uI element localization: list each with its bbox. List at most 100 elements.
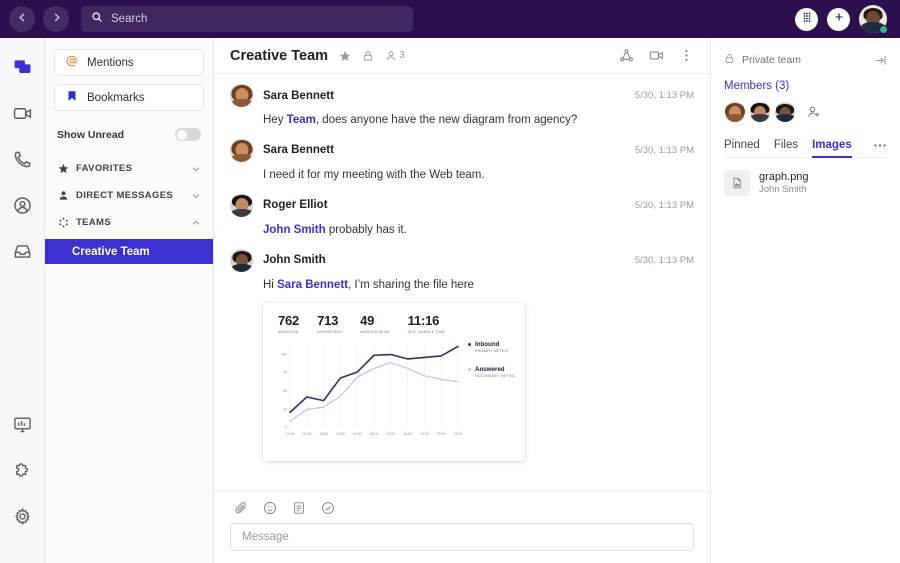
- message-item: John Smith 5/30, 1:13 PM Hi Sara Bennett…: [230, 249, 694, 461]
- message-header: John Smith 5/30, 1:13 PM: [230, 249, 694, 272]
- tab-files[interactable]: Files: [774, 139, 798, 157]
- sara-bennett-avatar[interactable]: [724, 101, 746, 123]
- more-vertical-icon[interactable]: [679, 48, 694, 63]
- avatar[interactable]: [859, 5, 887, 33]
- sidebar-section-teams[interactable]: TEAMS: [54, 209, 204, 236]
- rail-item-calls[interactable]: [6, 146, 38, 178]
- line-chart-svg: 025507510011:0012:0013:0014:0015:0016:00…: [272, 339, 462, 443]
- x-tick-label: 20:00: [437, 432, 446, 436]
- puzzle-icon: [13, 461, 32, 485]
- rail-item-analytics[interactable]: [6, 411, 38, 443]
- rail-item-settings[interactable]: [6, 503, 38, 535]
- tab-images[interactable]: Images: [812, 139, 852, 157]
- task-icon[interactable]: [321, 501, 335, 515]
- chart-legend: Inbound PRIMARY METRIC Answered: [468, 339, 516, 443]
- list-item[interactable]: graph.png John Smith: [724, 170, 887, 196]
- message-text-part: Hey: [263, 114, 287, 126]
- collapse-panel-icon[interactable]: [874, 54, 887, 67]
- mention-link[interactable]: John Smith: [263, 224, 326, 236]
- details-panel: Private team Members (3): [710, 38, 900, 563]
- attachment-icon[interactable]: [234, 501, 248, 515]
- message-author: Sara Bennett: [263, 144, 334, 156]
- video-call-icon[interactable]: [649, 48, 664, 63]
- message-body: Hey Team, does anyone have the new diagr…: [263, 113, 694, 128]
- mention-link[interactable]: Sara Bennett: [277, 279, 348, 291]
- app-window: Search: [0, 0, 900, 563]
- members-title[interactable]: Members (3): [724, 80, 887, 92]
- member-avatars: [724, 101, 887, 123]
- composer-toolbar: [230, 501, 694, 515]
- share-icon[interactable]: [619, 48, 634, 63]
- rail-item-inbox[interactable]: [6, 238, 38, 270]
- page-title: Creative Team: [230, 48, 328, 64]
- message-composer: Message: [214, 491, 710, 563]
- message-timestamp: 5/30, 1:13 PM: [635, 200, 694, 211]
- search-input[interactable]: Search: [81, 6, 413, 32]
- legend-entry-inbound: Inbound PRIMARY METRIC: [468, 341, 516, 354]
- inbox-icon: [13, 242, 32, 266]
- message-input[interactable]: Message: [230, 523, 694, 551]
- sidebar-section-favorites[interactable]: FAVORITES: [54, 155, 204, 182]
- chart-attachment-card[interactable]: 762 #INBOUND 713 #ANSWERED 49 #MISSED/W/…: [263, 303, 525, 461]
- emoji-icon[interactable]: [263, 501, 277, 515]
- rail-item-apps[interactable]: [6, 457, 38, 489]
- mention-link[interactable]: Team: [287, 114, 316, 126]
- sidebar-item-creative-team[interactable]: Creative Team: [45, 239, 213, 264]
- y-tick-label: 75: [283, 370, 287, 374]
- y-tick-label: 50: [283, 389, 287, 393]
- lock-icon: [724, 51, 735, 69]
- presence-indicator: [879, 25, 888, 34]
- roger-elliot-avatar: [230, 194, 253, 217]
- chart-plot-wrapper: 025507510011:0012:0013:0014:0015:0016:00…: [272, 339, 516, 443]
- roger-elliot-avatar[interactable]: [749, 101, 771, 123]
- message-item: Roger Elliot 5/30, 1:13 PM John Smith pr…: [230, 194, 694, 238]
- person-icon: [57, 190, 69, 202]
- chevron-right-icon: [51, 10, 62, 28]
- channel-header: Creative Team 3: [214, 38, 710, 74]
- message-text-part: Hi: [263, 279, 277, 291]
- favorite-star-icon[interactable]: [339, 50, 351, 62]
- x-tick-label: 11:00: [286, 432, 295, 436]
- private-team-row: Private team: [724, 51, 887, 69]
- sidebar-section-label: DIRECT MESSAGES: [76, 190, 173, 201]
- dialpad-button[interactable]: [795, 8, 818, 31]
- stat-caption: #ANSWERED: [317, 330, 342, 334]
- conversation-panel: Creative Team 3: [214, 38, 710, 563]
- message-timestamp: 5/30, 1:13 PM: [635, 90, 694, 101]
- rail-item-meetings[interactable]: [6, 100, 38, 132]
- y-tick-label: 25: [283, 407, 287, 411]
- stat-answered: 713 #ANSWERED: [317, 313, 342, 334]
- message-author: Roger Elliot: [263, 199, 328, 211]
- sidebar-item-bookmarks[interactable]: Bookmarks: [54, 84, 204, 111]
- chevron-down-icon: [191, 191, 201, 201]
- rail-item-contacts[interactable]: [6, 192, 38, 224]
- sidebar-item-mentions[interactable]: Mentions: [54, 49, 204, 76]
- message-header: Sara Bennett 5/30, 1:13 PM: [230, 139, 694, 162]
- john-smith-avatar[interactable]: [774, 101, 796, 123]
- x-tick-label: 17:00: [386, 432, 395, 436]
- legend-sublabel: PRIMARY METRIC: [475, 348, 516, 354]
- details-tabs: Pinned Files Images: [724, 139, 887, 158]
- file-name: graph.png: [759, 171, 809, 183]
- x-tick-label: 14:00: [336, 432, 345, 436]
- add-person-icon[interactable]: [807, 105, 821, 119]
- channel-actions: [619, 48, 694, 63]
- sidebar-section-direct-messages[interactable]: DIRECT MESSAGES: [54, 182, 204, 209]
- back-button[interactable]: [9, 6, 35, 32]
- chevron-down-icon: [191, 164, 201, 174]
- tab-pinned[interactable]: Pinned: [724, 139, 760, 157]
- note-icon[interactable]: [292, 501, 306, 515]
- file-image-icon: [724, 170, 750, 196]
- chat-icon: [13, 58, 32, 82]
- sara-bennett-avatar: [230, 84, 253, 107]
- forward-button[interactable]: [43, 6, 69, 32]
- show-unread-toggle[interactable]: [175, 128, 201, 141]
- legend-sublabel: SECONDARY METRIC: [475, 373, 516, 379]
- add-button[interactable]: [827, 8, 850, 31]
- legend-entry-answered: Answered SECONDARY METRIC: [468, 366, 516, 379]
- search-icon: [91, 10, 103, 28]
- more-horizontal-icon[interactable]: [873, 143, 887, 154]
- member-count-icon[interactable]: [385, 50, 397, 62]
- rail-item-chat[interactable]: [6, 54, 38, 86]
- video-icon: [13, 104, 32, 128]
